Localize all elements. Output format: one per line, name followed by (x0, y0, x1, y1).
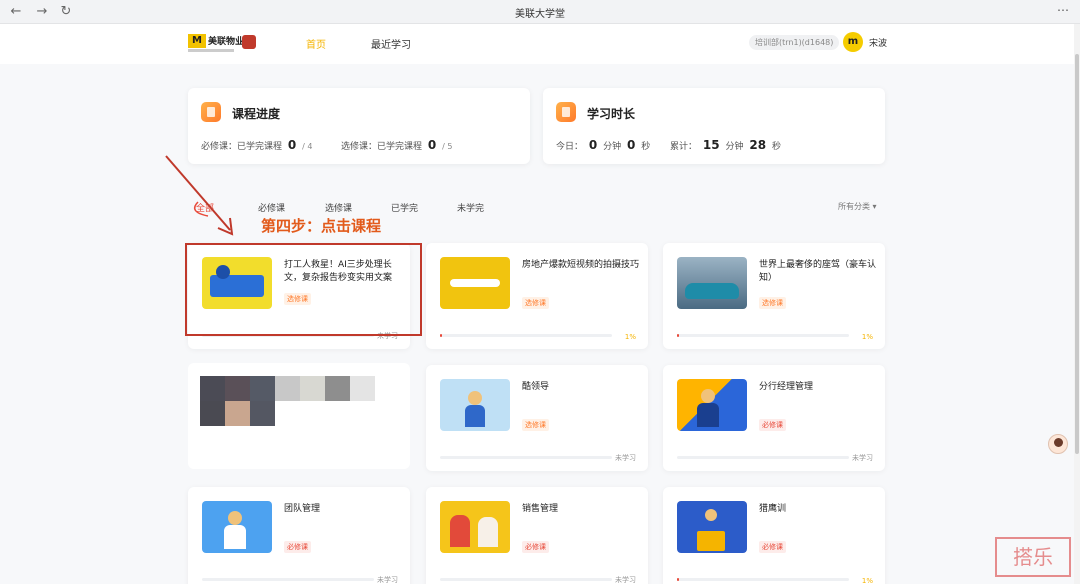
today-label: 今日： (556, 142, 584, 152)
total-label: 累计： (670, 142, 698, 152)
course-progress-bar (440, 334, 612, 337)
progress-icon (201, 102, 221, 122)
company-logo[interactable]: M 美联物业 (188, 34, 256, 56)
course-progress-text: 未学习 (615, 454, 636, 462)
logo-mark-icon: M (188, 34, 206, 48)
second-unit: 秒 (641, 142, 651, 152)
scroll-thumb[interactable] (1075, 54, 1079, 454)
course-progress-text: 未学习 (852, 454, 873, 462)
clock-icon (556, 102, 576, 122)
site-header: M 美联物业 首页 最近学习 培训部(trn1)(d1648) m 宋波 (0, 24, 1080, 64)
progress-title: 课程进度 (232, 107, 281, 121)
filter-required-tab[interactable]: 必修课 (258, 201, 285, 214)
course-title: 世界上最奢侈的座驾（豪车认知） (759, 260, 877, 283)
required-total: / 4 (302, 142, 313, 151)
course-tag: 选修课 (759, 297, 786, 309)
elective-total: / 5 (442, 142, 453, 151)
total-seconds: 28 (749, 138, 767, 152)
course-thumbnail (677, 501, 747, 553)
user-avatar[interactable]: m (843, 32, 863, 52)
course-title: 猎鹰训 (759, 504, 787, 514)
more-menu-icon[interactable]: ⋯ (1057, 3, 1070, 17)
course-card[interactable]: 团队管理 必修课 未学习 (188, 487, 410, 584)
today-time: 今日： 0 分钟 0 秒 (556, 138, 650, 152)
obscured-course-card[interactable] (188, 363, 410, 469)
course-thumbnail (677, 379, 747, 431)
required-done-count: 0 (287, 138, 297, 152)
course-thumbnail (677, 257, 747, 309)
course-progress-text: 未学习 (377, 576, 398, 584)
elective-done-count: 0 (427, 138, 437, 152)
scrollbar[interactable] (1074, 24, 1080, 584)
course-thumbnail (440, 257, 510, 309)
logo-subline (188, 49, 234, 52)
course-card[interactable]: 销售管理 必修课 未学习 (426, 487, 648, 584)
today-seconds: 0 (627, 138, 636, 152)
course-title: 分行经理管理 (759, 382, 814, 392)
course-card[interactable]: 世界上最奢侈的座驾（豪车认知） 选修课 1% (663, 243, 885, 349)
course-tag: 必修课 (522, 541, 549, 553)
watermark-stamp: 搭乐 (995, 537, 1071, 577)
elective-progress: 选修课：已学完课程 0 / 5 (341, 138, 452, 152)
minute-unit: 分钟 (725, 142, 744, 152)
course-title: 团队管理 (284, 504, 321, 514)
course-thumbnail (202, 501, 272, 553)
course-progress-text: 未学习 (615, 576, 636, 584)
floating-assistant-avatar[interactable] (1048, 434, 1068, 454)
course-progress-bar (202, 578, 374, 581)
total-time: 累计： 15 分钟 28 秒 (670, 138, 781, 152)
annotation-arrow-icon (165, 155, 234, 236)
highlight-box (185, 243, 422, 336)
study-time-card: 学习时长 今日： 0 分钟 0 秒 累计： 15 分钟 28 秒 (543, 88, 885, 164)
filter-elective-tab[interactable]: 选修课 (325, 201, 352, 214)
course-progress-text: 1% (624, 333, 636, 341)
course-title: 房地产爆款短视频的拍摄技巧 (522, 260, 640, 270)
minute-unit: 分钟 (603, 142, 622, 152)
nav-home-link[interactable]: 首页 (306, 36, 326, 51)
course-tag: 必修课 (759, 419, 786, 431)
course-progress-bar (677, 456, 849, 459)
course-card[interactable]: 房地产爆款短视频的拍摄技巧 选修课 1% (426, 243, 648, 349)
course-progress-bar (440, 456, 612, 459)
course-progress-bar (677, 578, 849, 581)
course-title: 酷领导 (522, 382, 550, 392)
course-tag: 必修课 (284, 541, 311, 553)
filter-unfinished-tab[interactable]: 未学完 (457, 201, 484, 214)
course-card[interactable]: 分行经理管理 必修课 未学习 (663, 365, 885, 471)
elective-label: 选修课：已学完课程 (341, 142, 423, 152)
logo-badge-icon (242, 35, 256, 49)
logo-text: 美联物业 (208, 37, 245, 47)
course-tag: 必修课 (759, 541, 786, 553)
browser-toolbar: ← → ↻ 美联大学堂 ⋯ (0, 0, 1080, 24)
second-unit: 秒 (771, 142, 781, 152)
nav-recent-link[interactable]: 最近学习 (371, 36, 411, 51)
course-progress-text: 1% (861, 577, 873, 584)
filter-finished-tab[interactable]: 已学完 (391, 201, 418, 214)
annotation-text: 第四步：点击课程 (261, 217, 382, 235)
study-time-title: 学习时长 (587, 107, 636, 121)
course-card[interactable]: 酷领导 选修课 未学习 (426, 365, 648, 471)
total-minutes: 15 (702, 138, 720, 152)
course-tag: 选修课 (522, 419, 549, 431)
course-tag: 选修课 (522, 297, 549, 309)
course-thumbnail (440, 379, 510, 431)
course-progress-bar (677, 334, 849, 337)
user-department-badge: 培训部(trn1)(d1648) (749, 35, 840, 50)
course-thumbnail (440, 501, 510, 553)
user-name[interactable]: 宋波 (869, 36, 887, 49)
window-title: 美联大学堂 (515, 9, 565, 20)
today-minutes: 0 (588, 138, 598, 152)
course-progress-text: 1% (861, 333, 873, 341)
course-card[interactable]: 猎鹰训 必修课 1% (663, 487, 885, 584)
category-dropdown[interactable]: 所有分类 ▾ (838, 201, 877, 212)
course-progress-bar (440, 578, 612, 581)
course-title: 销售管理 (522, 504, 559, 514)
